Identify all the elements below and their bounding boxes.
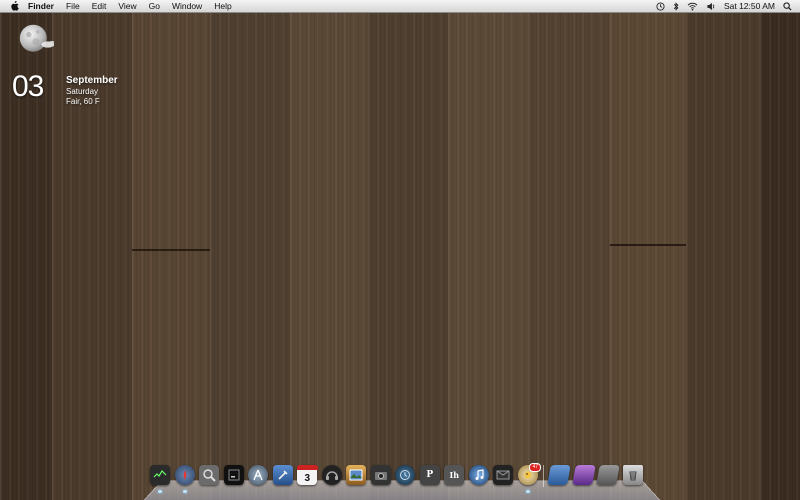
typeface-icon: Ih: [444, 465, 465, 485]
dock-time-machine[interactable]: [393, 465, 418, 493]
moon-cloud-icon: [19, 24, 54, 52]
notification-badge: 47: [529, 463, 541, 472]
dock-calendar[interactable]: 3: [295, 465, 320, 493]
running-indicator: [525, 490, 530, 493]
dock-headphones[interactable]: [320, 465, 345, 493]
camera-icon: [370, 465, 391, 485]
dock: 3 P Ih 47: [148, 463, 658, 495]
date-day: 03: [12, 70, 44, 103]
dock-app-store[interactable]: [246, 465, 271, 493]
itunes-icon: [468, 465, 489, 485]
dock-terminal[interactable]: [222, 465, 247, 493]
wood-plank: [448, 0, 530, 500]
terminal-icon: [223, 465, 244, 485]
wood-plank: [686, 0, 762, 500]
wood-plank: [290, 0, 370, 500]
wifi-icon[interactable]: [687, 2, 698, 11]
dock-activity-monitor[interactable]: [148, 465, 173, 493]
dock-mail-stack[interactable]: [491, 465, 516, 493]
wood-plank: [368, 0, 450, 500]
volume-icon[interactable]: [706, 2, 716, 11]
app-store-icon: [248, 465, 269, 485]
wood-seam: [132, 249, 210, 251]
dock-preview[interactable]: [197, 465, 222, 493]
menu-app-finder[interactable]: Finder: [28, 0, 54, 12]
wood-seam: [610, 244, 686, 246]
dock-safari[interactable]: [173, 465, 198, 493]
dock-iphoto[interactable]: [344, 465, 369, 493]
folder-stack-icon: [571, 465, 596, 485]
date-weekday: Saturday: [66, 87, 99, 96]
wood-plank: [760, 0, 800, 500]
dock-downloads-stack[interactable]: [596, 465, 621, 493]
bluetooth-icon[interactable]: [673, 1, 679, 11]
dock-itunes[interactable]: [467, 465, 492, 493]
menu-view[interactable]: View: [118, 0, 136, 12]
wood-plank: [610, 0, 688, 500]
folder-stack-icon: [547, 465, 572, 485]
dock-documents-stack[interactable]: [571, 465, 597, 493]
running-indicator: [158, 490, 163, 493]
status-area: Sat 12:50 AM: [656, 1, 792, 11]
mail-icon: [493, 465, 514, 485]
time-machine-icon[interactable]: [656, 1, 665, 11]
spotlight-search-icon[interactable]: [783, 1, 792, 11]
menu-go[interactable]: Go: [149, 0, 160, 12]
menu-edit[interactable]: Edit: [92, 0, 107, 12]
dock-xcode[interactable]: [271, 465, 296, 493]
headphones-icon: [321, 465, 342, 485]
apple-icon[interactable]: [10, 1, 20, 11]
pages-icon: P: [419, 465, 440, 485]
xcode-hammer-icon: [272, 465, 293, 485]
photo-icon: [346, 465, 367, 485]
dock-separator: [543, 465, 544, 487]
wood-plank: [210, 0, 292, 500]
menu-window[interactable]: Window: [172, 0, 202, 12]
dock-camera[interactable]: [369, 465, 394, 493]
dock-adium[interactable]: 47: [516, 463, 541, 493]
dock-pages[interactable]: P: [418, 465, 443, 493]
running-indicator: [182, 490, 187, 493]
safari-compass-icon: [174, 465, 195, 485]
menu-help[interactable]: Help: [214, 0, 231, 12]
activity-monitor-icon: [150, 465, 171, 485]
folder-stack-icon: [596, 465, 621, 485]
preview-icon: [199, 465, 220, 485]
date-month: September: [66, 75, 118, 86]
calendar-date: 3: [304, 473, 311, 484]
wood-plank: [528, 0, 612, 500]
date-weather-widget[interactable]: 03 September Saturday Fair, 60 F: [10, 18, 130, 106]
trash-icon: [622, 465, 643, 485]
menu-file[interactable]: File: [66, 0, 80, 12]
dock-trash[interactable]: [621, 465, 646, 493]
calendar-icon: 3: [297, 465, 318, 485]
dock-typeface[interactable]: Ih: [442, 465, 467, 493]
desktop: Finder File Edit View Go Window Help Sat…: [0, 0, 800, 500]
menu-clock[interactable]: Sat 12:50 AM: [724, 1, 775, 11]
menu-bar: Finder File Edit View Go Window Help Sat…: [0, 0, 800, 13]
time-machine-icon: [395, 465, 416, 485]
dock-applications-stack[interactable]: [547, 465, 572, 493]
weather-condition: Fair, 60 F: [66, 97, 100, 106]
